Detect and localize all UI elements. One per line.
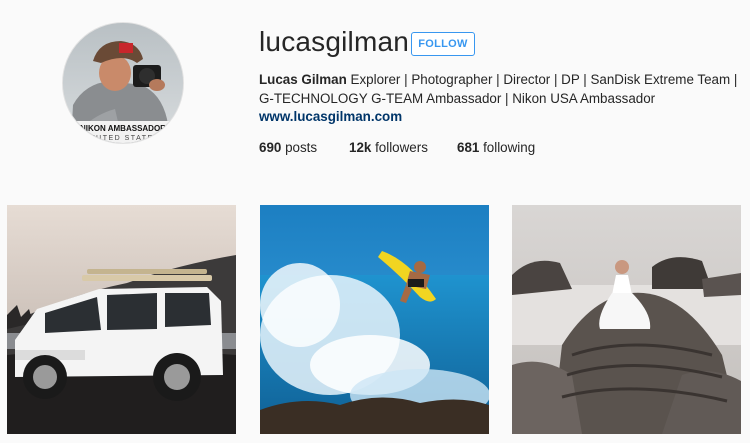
avatar-caption-sub: UNITED STATES [86,135,160,142]
profile-website-link[interactable]: www.lucasgilman.com [259,109,402,124]
stat-following-label: following [479,140,536,155]
avatar[interactable]: NIKON AMBASSADOR UNITED STATES [62,22,184,144]
profile-username: lucasgilman [259,26,410,57]
stat-followers-label: followers [371,140,428,155]
follow-button[interactable]: FOLLOW [411,32,475,56]
profile-full-name: Lucas Gilman [259,72,347,87]
post-thumbnail-3[interactable] [512,205,741,434]
avatar-caption: NIKON AMBASSADOR [80,124,166,133]
profile-bio: Lucas Gilman Explorer | Photographer | D… [259,70,745,108]
stat-following-count: 681 [457,140,480,155]
profile-header: NIKON AMBASSADOR UNITED STATES lucasgilm… [0,0,750,180]
stat-posts-label: posts [281,140,318,155]
post-thumbnail-2[interactable] [260,205,489,434]
post-thumbnail-1[interactable] [7,205,236,434]
stat-followers-count: 12k [349,140,372,155]
stat-followers[interactable]: 12k followers [349,140,428,155]
stat-following[interactable]: 681 following [457,140,535,155]
stat-posts-count: 690 [259,140,282,155]
stat-posts: 690 posts [259,140,317,155]
